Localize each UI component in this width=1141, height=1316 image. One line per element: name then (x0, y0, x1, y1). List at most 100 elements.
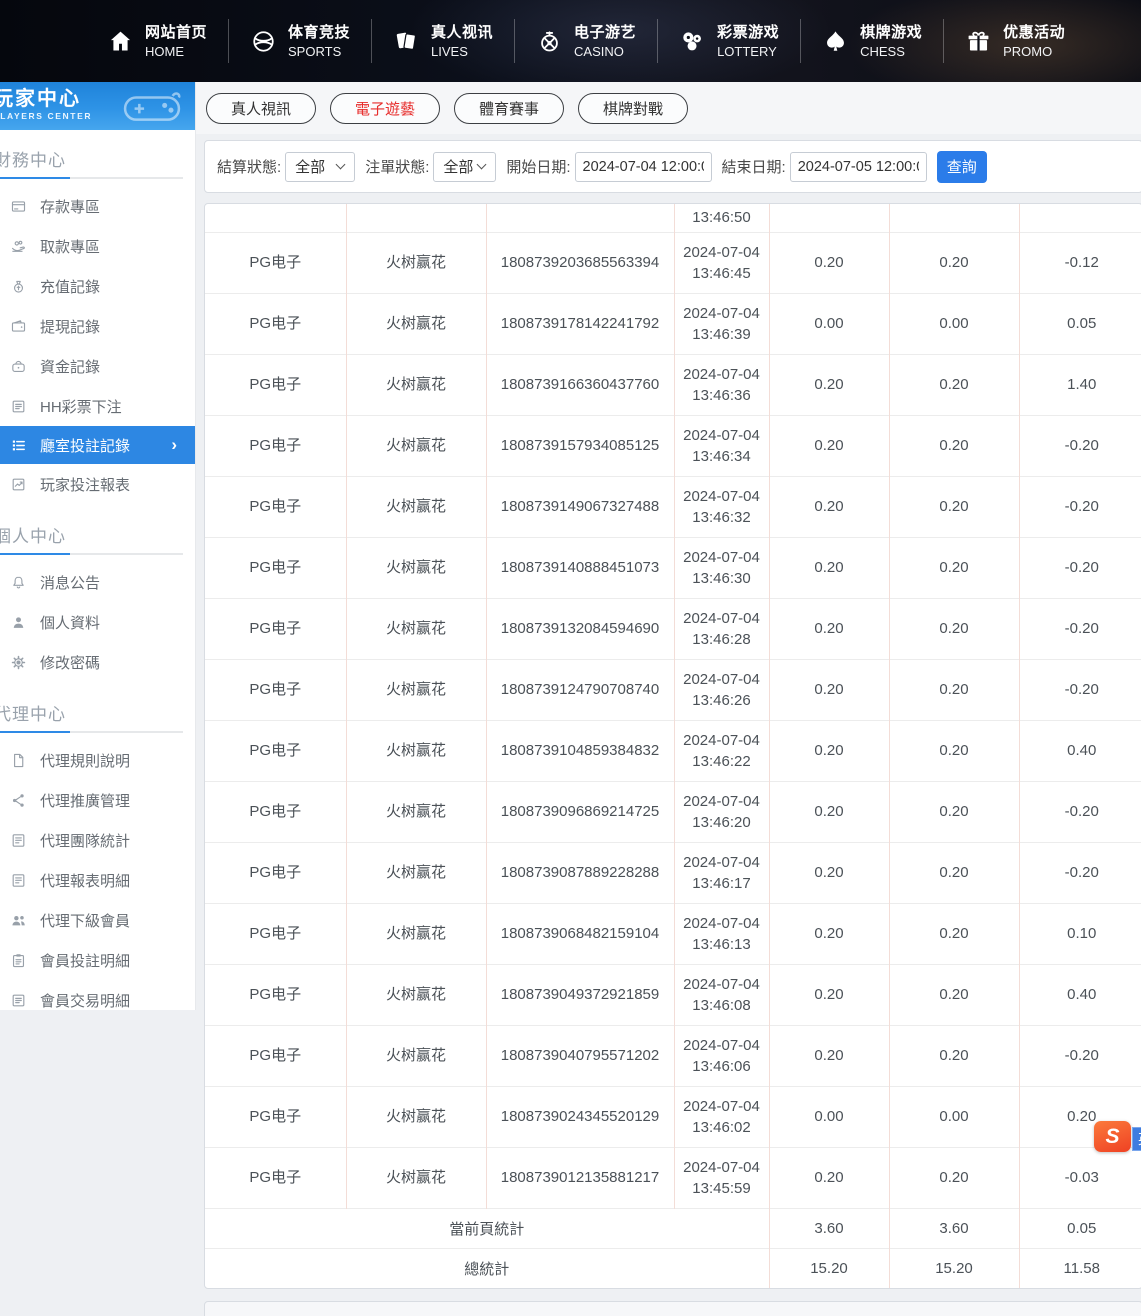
users-icon (10, 912, 27, 929)
bet-date: 2024-07-04 (677, 974, 767, 995)
platform-cell: PG电子 (205, 1147, 346, 1208)
bet-time: 13:46:02 (677, 1117, 767, 1138)
nav-label-zh: 彩票游戏 (717, 23, 779, 43)
sidebar-item-label: 代理下級會員 (40, 910, 130, 931)
platform-cell: PG电子 (205, 720, 346, 781)
sidebar-item-deposit-zone[interactable]: 存款專區 (0, 186, 195, 226)
platform-cell: PG电子 (205, 1086, 346, 1147)
start-date-input[interactable] (575, 152, 712, 182)
sidebar-item-label: 存款專區 (40, 196, 100, 217)
sidebar-item-profile[interactable]: 個人資料 (0, 602, 195, 642)
table-row: PG电子火树赢花18087390407955712022024-07-04 13… (205, 1025, 1141, 1086)
sidebar-item-announcements[interactable]: 消息公告 (0, 562, 195, 602)
ime-language-badge[interactable]: 英 (1132, 1127, 1141, 1151)
sidebar-item-change-password[interactable]: 修改密碼 (0, 642, 195, 682)
roulette-icon (536, 28, 563, 55)
sidebar-item-funds-record[interactable]: 資金記錄 (0, 346, 195, 386)
nav-label-zh: 真人视讯 (431, 23, 493, 43)
time-cell: 2024-07-04 13:46:02 (674, 1086, 769, 1147)
hand-icon (10, 238, 27, 255)
nav-item-lives[interactable]: 真人视讯 LIVES (372, 23, 514, 60)
sidebar-item-agent-rules[interactable]: 代理規則說明 (0, 740, 195, 780)
bet-amount-cell: 0.20 (769, 354, 889, 415)
win-loss-cell: 0.10 (1019, 903, 1141, 964)
listbar-icon (10, 437, 27, 454)
sidebar-item-label: 消息公告 (40, 572, 100, 593)
nav-item-sports[interactable]: 体育竞技 SPORTS (229, 23, 371, 60)
table-row: PG电子火树赢花18087390684821591042024-07-04 13… (205, 903, 1141, 964)
bet-amount-cell: 0.20 (769, 537, 889, 598)
cards-icon (393, 28, 420, 55)
sidebar-item-hh-lottery-bet[interactable]: HH彩票下注 (0, 386, 195, 426)
bet-date: 2024-07-04 (677, 425, 767, 446)
valid-bet-cell: 0.20 (889, 232, 1019, 293)
current-page-summary-row: 當前頁統計3.603.600.05 (205, 1208, 1141, 1248)
tab-live[interactable]: 真人視訊 (206, 93, 316, 124)
sidebar-item-agent-promotion[interactable]: 代理推廣管理 (0, 780, 195, 820)
sidebar-item-agent-report[interactable]: 代理報表明細 (0, 860, 195, 900)
sidebar-item-agent-team-stats[interactable]: 代理團隊統計 (0, 820, 195, 860)
valid-bet-cell: 0.00 (889, 1086, 1019, 1147)
sidebar-item-withdraw-zone[interactable]: 取款專區 (0, 226, 195, 266)
nav-item-chess[interactable]: 棋牌游戏 CHESS (801, 23, 943, 60)
sidebar-item-room-bet-record[interactable]: 廳室投註記錄› (0, 426, 195, 464)
sidebar-item-label: 修改密碼 (40, 652, 100, 673)
sidebar-item-agent-members[interactable]: 代理下級會員 (0, 900, 195, 940)
sogou-ime-icon[interactable]: S (1094, 1121, 1131, 1152)
game-cell: 火树赢花 (346, 659, 486, 720)
game-cell: 火树赢花 (346, 293, 486, 354)
wallet-icon (10, 318, 27, 335)
time-cell: 2024-07-04 13:46:45 (674, 232, 769, 293)
sidebar-item-recharge-record[interactable]: 充值記錄 (0, 266, 195, 306)
sidebar-item-player-report[interactable]: 玩家投注報表 (0, 464, 195, 504)
players-center-header: 玩家中心 PLAYERS CENTER (0, 82, 195, 130)
summary-label-cell: 當前頁統計 (205, 1208, 769, 1248)
nav-item-casino[interactable]: 电子游艺 CASINO (515, 23, 657, 60)
valid-bet-cell: 0.20 (889, 659, 1019, 720)
user-icon (10, 614, 27, 631)
ime-indicator[interactable]: S 英 (1094, 1121, 1141, 1152)
bet-amount-cell: 0.20 (769, 781, 889, 842)
settle-status-select[interactable]: 全部 (285, 152, 355, 182)
bet-amount-cell: 0.20 (769, 1025, 889, 1086)
board-icon (10, 872, 27, 889)
order-id-cell: 1808739049372921859 (486, 964, 674, 1025)
platform-cell (205, 204, 346, 232)
tab-egame[interactable]: 電子遊藝 (330, 93, 440, 124)
sidebar-item-member-bet-detail[interactable]: 會員投註明細 (0, 940, 195, 980)
time-cell: 2024-07-04 13:46:39 (674, 293, 769, 354)
purse-icon (10, 358, 27, 375)
valid-bet-cell: 0.20 (889, 476, 1019, 537)
nav-item-promo[interactable]: 优惠活动 PROMO (944, 23, 1086, 60)
end-date-input[interactable] (790, 152, 927, 182)
table-row: PG电子火树赢花18087390878892282882024-07-04 13… (205, 842, 1141, 903)
sidebar-item-label: HH彩票下注 (40, 396, 122, 417)
tab-sports[interactable]: 體育賽事 (454, 93, 564, 124)
game-cell: 火树赢花 (346, 1025, 486, 1086)
win-loss-cell: -0.20 (1019, 659, 1141, 720)
top-nav-items: 网站首页 HOME 体育竞技 SPORTS 真人视讯 LIVES 电子游艺 CA… (86, 19, 1086, 63)
filter-panel: 結算狀態: 全部 注單狀態: 全部 開始日期: 結束日期: 查詢 (204, 140, 1141, 193)
bet-time: 13:46:06 (677, 1056, 767, 1077)
valid-bet-cell: 0.20 (889, 415, 1019, 476)
order-id-cell: 1808739068482159104 (486, 903, 674, 964)
nav-item-labels: 电子游艺 CASINO (574, 23, 636, 60)
game-cell: 火树赢花 (346, 232, 486, 293)
search-button[interactable]: 查詢 (937, 151, 987, 183)
tab-board[interactable]: 棋牌對戰 (578, 93, 688, 124)
home-icon (107, 28, 134, 55)
bet-time: 13:46:32 (677, 507, 767, 528)
nav-item-home[interactable]: 网站首页 HOME (86, 23, 228, 60)
nav-item-lottery[interactable]: 彩票游戏 LOTTERY (658, 23, 800, 60)
order-status-select[interactable]: 全部 (433, 152, 496, 182)
table-row: PG电子火树赢花18087392036855633942024-07-04 13… (205, 232, 1141, 293)
sidebar-item-label: 充值記錄 (40, 276, 100, 297)
balls-icon (679, 28, 706, 55)
sidebar-item-member-trade-detail[interactable]: 會員交易明細 (0, 980, 195, 1010)
order-id-cell: 1808739178142241792 (486, 293, 674, 354)
sidebar-item-withdraw-record[interactable]: 提現記錄 (0, 306, 195, 346)
bet-date: 2024-07-04 (677, 364, 767, 385)
total-summary-row: 總統計15.2015.2011.58 (205, 1248, 1141, 1288)
game-cell: 火树赢花 (346, 415, 486, 476)
platform-cell: PG电子 (205, 293, 346, 354)
